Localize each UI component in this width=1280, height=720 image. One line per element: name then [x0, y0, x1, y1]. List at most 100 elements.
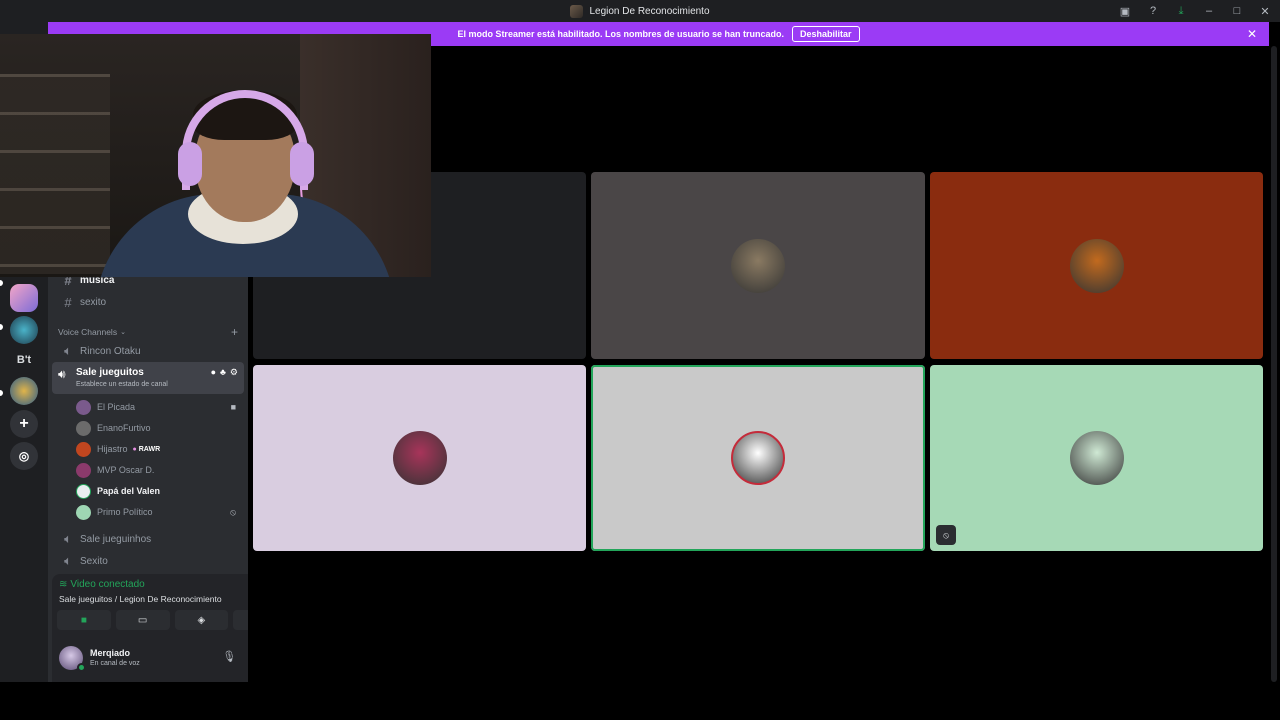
- voice-channel-sexito[interactable]: 🔈︎ Sexito: [52, 550, 244, 572]
- username[interactable]: Merqiado: [90, 648, 130, 658]
- window-controls: ▣ ? ⤓ – □ ✕: [1118, 0, 1272, 22]
- video-tile[interactable]: [930, 172, 1263, 359]
- speaker-icon: 🔊︎: [58, 367, 66, 381]
- avatar: [76, 462, 91, 478]
- disable-streamer-button[interactable]: Deshabilitar: [792, 26, 860, 42]
- settings-icon[interactable]: ⚙: [230, 367, 238, 378]
- signal-icon: ≋: [59, 579, 68, 590]
- unread-pill: [0, 390, 3, 396]
- mic-icon[interactable]: 🎙︎: [222, 650, 236, 663]
- discord-app: Legion De Reconocimiento ▣ ? ⤓ – □ ✕ El …: [0, 0, 1280, 682]
- mic-muted-icon: ⦸: [936, 525, 956, 545]
- channel-name: Rincon Otaku: [80, 345, 141, 357]
- avatar: [76, 504, 91, 520]
- online-status-icon: [77, 663, 86, 672]
- section-label: Voice Channels: [58, 327, 118, 337]
- voice-user-name: Papá del Valen: [97, 486, 161, 496]
- camera-button[interactable]: ■: [57, 610, 111, 630]
- participant-avatar: [1069, 431, 1124, 485]
- user-badge: ● RAWR: [133, 446, 161, 453]
- guild-icon: [570, 4, 584, 18]
- speaker-icon: 🔈︎: [64, 343, 72, 358]
- badge-text: RAWR: [138, 445, 161, 453]
- voice-status-text: Video conectado: [70, 579, 145, 590]
- video-tile[interactable]: [253, 365, 586, 551]
- server-icon[interactable]: [10, 377, 38, 405]
- avatar: [76, 441, 91, 457]
- video-tile[interactable]: [591, 172, 925, 359]
- voice-user-name: Primo Político: [97, 507, 153, 517]
- video-tile-speaking[interactable]: [591, 365, 925, 551]
- close-banner-icon[interactable]: ✕: [1247, 27, 1257, 41]
- voice-user-name: EnanoFurtivo: [97, 423, 151, 433]
- speaker-icon: 🔈︎: [64, 531, 72, 546]
- channel-sexito[interactable]: # sexito: [52, 291, 244, 313]
- participant-avatar: [392, 431, 447, 485]
- voice-status[interactable]: ≋ Video conectado: [59, 579, 145, 590]
- avatar: [76, 483, 91, 499]
- channel-name: Sale jueguitos: [76, 367, 144, 378]
- scrollbar-thumb[interactable]: [1271, 46, 1277, 682]
- chevron-down-icon: ⌄: [120, 329, 126, 336]
- add-channel-icon[interactable]: +: [231, 325, 238, 339]
- screen-share-icon: ▭: [137, 614, 148, 626]
- channel-actions: ● ♣ ⚙: [211, 367, 238, 378]
- activity-icon: ◈: [197, 614, 206, 626]
- voice-user[interactable]: MVP Oscar D.: [76, 460, 244, 480]
- activity-button[interactable]: ◈: [174, 610, 229, 630]
- participant-avatar: [731, 238, 785, 293]
- avatar: [76, 399, 91, 415]
- add-server-icon[interactable]: +: [10, 410, 38, 438]
- scrollbar[interactable]: [1269, 46, 1280, 682]
- bottom-letterbox: [0, 682, 1280, 720]
- video-tile[interactable]: ⦸: [930, 365, 1263, 551]
- voice-channels-header[interactable]: Voice Channels ⌄ +: [52, 324, 244, 340]
- maximize-icon[interactable]: □: [1230, 4, 1244, 18]
- server-icon[interactable]: [10, 316, 38, 344]
- voice-channel-sale-jueguinhos[interactable]: 🔈︎ Sale jueguinhos: [52, 528, 244, 550]
- window-title: Legion De Reconocimiento: [570, 4, 710, 18]
- voice-user[interactable]: EnanoFurtivo: [76, 418, 244, 438]
- voice-user[interactable]: Hijastro ● RAWR: [76, 439, 244, 459]
- window-title-text: Legion De Reconocimiento: [589, 5, 710, 17]
- avatar: [76, 420, 91, 436]
- chat-icon[interactable]: ●: [211, 367, 216, 378]
- voice-user-name: MVP Oscar D.: [97, 465, 155, 475]
- voice-user-name: Hijastro: [97, 444, 128, 454]
- close-window-icon[interactable]: ✕: [1258, 4, 1272, 18]
- headphone-cup: [178, 142, 202, 186]
- server-bt-label: B't: [16, 354, 32, 366]
- channel-status[interactable]: Establece un estado de canal: [76, 381, 168, 388]
- participant-avatar: [1069, 238, 1124, 293]
- voice-channel-rincon-otaku[interactable]: 🔈︎ Rincon Otaku: [52, 340, 244, 362]
- mic-muted-icon: ⦸: [230, 506, 236, 517]
- minimize-icon[interactable]: –: [1202, 4, 1216, 18]
- server-icon[interactable]: [10, 284, 38, 312]
- user-status: En canal de voz: [90, 660, 140, 667]
- download-icon[interactable]: ⤓: [1174, 4, 1188, 18]
- paw-icon: ●: [132, 445, 137, 453]
- speaker-icon: 🔈︎: [64, 553, 72, 568]
- voice-user[interactable]: Primo Político ⦸: [76, 502, 244, 522]
- headphone-cup: [290, 142, 314, 186]
- unread-pill: [0, 324, 3, 330]
- server-bt[interactable]: B't: [10, 346, 38, 374]
- hashtag-icon: #: [64, 294, 72, 310]
- title-bar: Legion De Reconocimiento ▣ ? ⤓ – □ ✕: [0, 0, 1280, 22]
- video-icon: ■: [230, 402, 236, 412]
- voice-user[interactable]: Papá del Valen: [76, 481, 244, 501]
- participant-avatar: [731, 431, 785, 485]
- channel-name: Sale jueguinhos: [80, 533, 152, 545]
- voice-channel-sale-jueguitos[interactable]: 🔊︎ Sale jueguitos Establece un estado de…: [52, 362, 244, 394]
- channel-name: sexito: [80, 296, 107, 308]
- channel-name: Sexito: [80, 555, 108, 567]
- inbox-icon[interactable]: ▣: [1118, 4, 1132, 18]
- discover-icon[interactable]: ◎: [10, 442, 38, 470]
- voice-channel-path[interactable]: Sale jueguitos / Legion De Reconocimient…: [59, 594, 222, 604]
- webcam-shelf: [0, 74, 110, 274]
- screen-share-button[interactable]: ▭: [115, 610, 170, 630]
- invite-icon[interactable]: ♣: [220, 367, 226, 378]
- voice-user[interactable]: El Picada ■: [76, 397, 244, 417]
- webcam-overlay: [0, 34, 431, 277]
- help-icon[interactable]: ?: [1146, 4, 1160, 18]
